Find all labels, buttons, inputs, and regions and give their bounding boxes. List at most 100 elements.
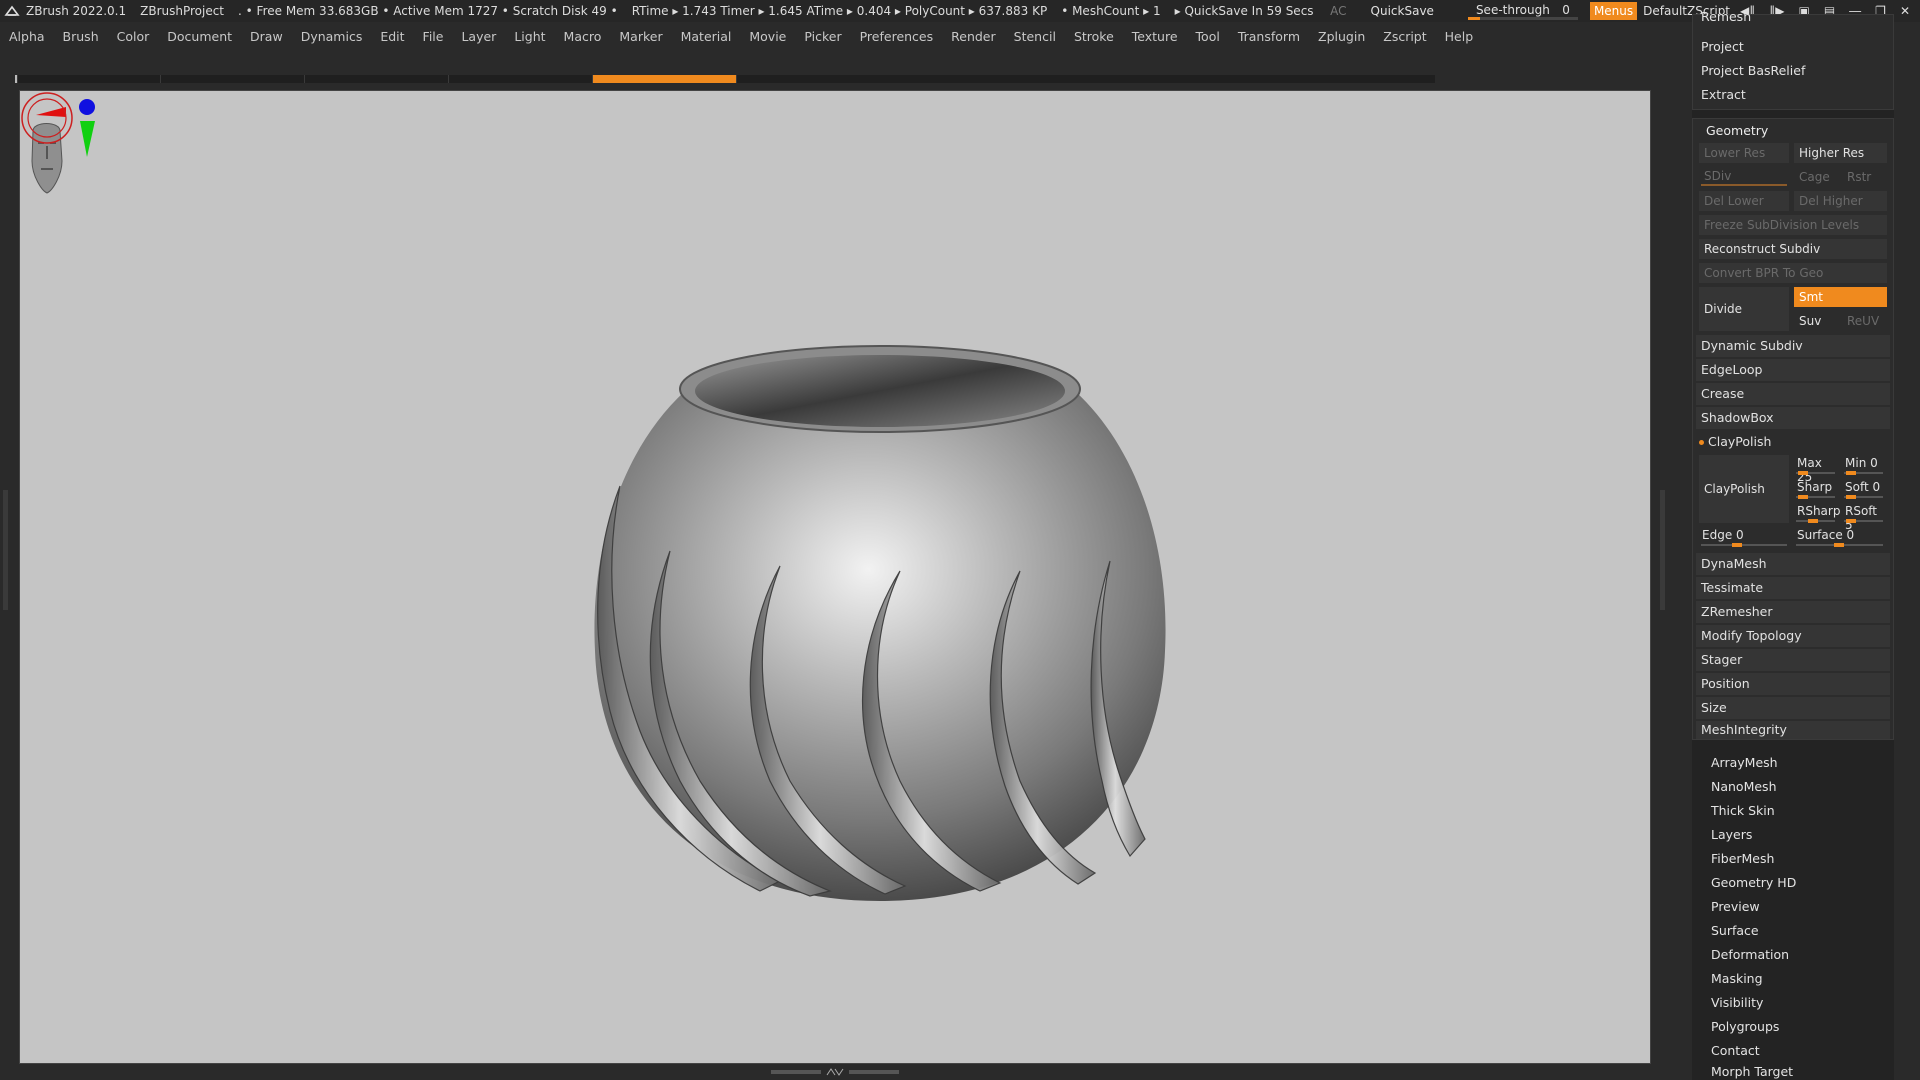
subpalette-geometry-hd[interactable]: Geometry HD: [1711, 872, 1796, 894]
ac-button[interactable]: AC: [1330, 4, 1346, 18]
menu-file[interactable]: File: [414, 29, 453, 44]
subpalette-layers[interactable]: Layers: [1711, 824, 1752, 846]
rsoft-knob[interactable]: [1846, 519, 1856, 523]
crease-button[interactable]: Crease: [1696, 383, 1890, 405]
subpalette-arraymesh[interactable]: ArrayMesh: [1711, 752, 1778, 774]
soft-slider[interactable]: Soft 0: [1842, 479, 1887, 499]
dynamesh-button[interactable]: DynaMesh: [1696, 553, 1890, 575]
menu-dynamics[interactable]: Dynamics: [292, 29, 372, 44]
tab-1[interactable]: [17, 75, 161, 83]
soft-knob[interactable]: [1846, 495, 1856, 499]
tessimate-button[interactable]: Tessimate: [1696, 577, 1890, 599]
menu-tool[interactable]: Tool: [1187, 29, 1229, 44]
smt-toggle[interactable]: Smt: [1794, 287, 1887, 307]
see-through-knob[interactable]: [1467, 17, 1480, 20]
menu-zplugin[interactable]: Zplugin: [1309, 29, 1374, 44]
subpalette-masking[interactable]: Masking: [1711, 968, 1763, 990]
rsharp-slider[interactable]: RSharp: [1794, 503, 1840, 523]
surface-slider[interactable]: Surface 0: [1794, 527, 1887, 547]
menu-color[interactable]: Color: [108, 29, 159, 44]
sharp-knob[interactable]: [1798, 495, 1808, 499]
min-slider[interactable]: Min 0: [1842, 455, 1887, 475]
menu-light[interactable]: Light: [505, 29, 554, 44]
bottom-tray-grip[interactable]: [770, 1068, 900, 1076]
del-lower-button[interactable]: Del Lower: [1699, 191, 1789, 211]
rsharp-knob[interactable]: [1808, 519, 1818, 523]
tab-4[interactable]: [449, 75, 593, 83]
shadowbox-button[interactable]: ShadowBox: [1696, 407, 1890, 429]
tab-2[interactable]: [161, 75, 305, 83]
min-knob[interactable]: [1846, 471, 1856, 475]
menu-texture[interactable]: Texture: [1123, 29, 1187, 44]
size-button[interactable]: Size: [1696, 697, 1890, 719]
cage-button[interactable]: Cage: [1794, 167, 1838, 187]
surface-knob[interactable]: [1834, 543, 1844, 547]
edge-slider[interactable]: Edge 0: [1699, 527, 1791, 547]
subpalette-fibermesh[interactable]: FiberMesh: [1711, 848, 1774, 870]
position-button[interactable]: Position: [1696, 673, 1890, 695]
max-slider[interactable]: Max 25: [1794, 455, 1839, 484]
menu-brush[interactable]: Brush: [54, 29, 108, 44]
menu-render[interactable]: Render: [942, 29, 1005, 44]
subpalette-morph-target[interactable]: Morph Target: [1711, 1064, 1793, 1080]
subpalette-nanomesh[interactable]: NanoMesh: [1711, 776, 1777, 798]
menu-movie[interactable]: Movie: [740, 29, 795, 44]
lower-res-button[interactable]: Lower Res: [1699, 143, 1789, 163]
rsoft-slider[interactable]: RSoft 5: [1842, 503, 1887, 532]
menu-layer[interactable]: Layer: [452, 29, 505, 44]
close-icon[interactable]: ✕: [1900, 4, 1910, 18]
sdiv-slider[interactable]: SDiv: [1699, 167, 1791, 187]
subpalette-deformation[interactable]: Deformation: [1711, 944, 1789, 966]
project-basrelief-button[interactable]: Project BasRelief: [1696, 60, 1890, 82]
rstr-button[interactable]: Rstr: [1842, 167, 1887, 187]
menu-preferences[interactable]: Preferences: [851, 29, 943, 44]
remesh-button[interactable]: Remesh: [1696, 10, 1890, 24]
subpalette-contact[interactable]: Contact: [1711, 1040, 1760, 1062]
edge-knob[interactable]: [1732, 543, 1742, 547]
project-button[interactable]: Project: [1696, 36, 1890, 58]
left-tray-grip[interactable]: [3, 490, 8, 610]
menus-toggle-button[interactable]: Menus: [1589, 2, 1638, 20]
menu-draw[interactable]: Draw: [241, 29, 292, 44]
freeze-subdivision-button[interactable]: Freeze SubDivision Levels: [1699, 215, 1887, 235]
subpalette-preview[interactable]: Preview: [1711, 896, 1760, 918]
claypolish-button[interactable]: ClayPolish: [1699, 455, 1789, 523]
modify-topology-button[interactable]: Modify Topology: [1696, 625, 1890, 647]
stager-button[interactable]: Stager: [1696, 649, 1890, 671]
menu-stroke[interactable]: Stroke: [1065, 29, 1123, 44]
chevron-up-down-icon[interactable]: [825, 1068, 845, 1076]
menu-picker[interactable]: Picker: [795, 29, 850, 44]
see-through-slider[interactable]: See-through 0: [1467, 2, 1578, 20]
tab-3[interactable]: [305, 75, 449, 83]
sharp-slider[interactable]: Sharp: [1794, 479, 1839, 499]
menu-marker[interactable]: Marker: [610, 29, 671, 44]
reuv-button[interactable]: ReUV: [1842, 311, 1887, 331]
tab-5-active[interactable]: [593, 75, 737, 83]
del-higher-button[interactable]: Del Higher: [1794, 191, 1887, 211]
menu-edit[interactable]: Edit: [371, 29, 413, 44]
menu-alpha[interactable]: Alpha: [0, 29, 54, 44]
subpalette-thick-skin[interactable]: Thick Skin: [1711, 800, 1775, 822]
meshintegrity-button[interactable]: MeshIntegrity: [1696, 721, 1890, 739]
edgeloop-button[interactable]: EdgeLoop: [1696, 359, 1890, 381]
right-tray-grip[interactable]: [1660, 490, 1665, 610]
canvas-viewport[interactable]: [19, 90, 1651, 1064]
reconstruct-subdiv-button[interactable]: Reconstruct Subdiv: [1699, 239, 1887, 259]
menu-help[interactable]: Help: [1436, 29, 1483, 44]
convert-bpr-button[interactable]: Convert BPR To Geo: [1699, 263, 1887, 283]
extract-button[interactable]: Extract: [1696, 84, 1890, 106]
max-knob[interactable]: [1798, 471, 1808, 475]
suv-toggle[interactable]: Suv: [1794, 311, 1838, 331]
menu-stencil[interactable]: Stencil: [1005, 29, 1065, 44]
claypolish-header[interactable]: ClayPolish: [1696, 431, 1890, 453]
zremesher-button[interactable]: ZRemesher: [1696, 601, 1890, 623]
menu-material[interactable]: Material: [672, 29, 741, 44]
geometry-header[interactable]: Geometry: [1693, 120, 1768, 142]
subpalette-surface[interactable]: Surface: [1711, 920, 1759, 942]
menu-document[interactable]: Document: [158, 29, 241, 44]
menu-macro[interactable]: Macro: [555, 29, 611, 44]
subpalette-visibility[interactable]: Visibility: [1711, 992, 1763, 1014]
menu-transform[interactable]: Transform: [1229, 29, 1309, 44]
subpalette-polygroups[interactable]: Polygroups: [1711, 1016, 1779, 1038]
higher-res-button[interactable]: Higher Res: [1794, 143, 1887, 163]
